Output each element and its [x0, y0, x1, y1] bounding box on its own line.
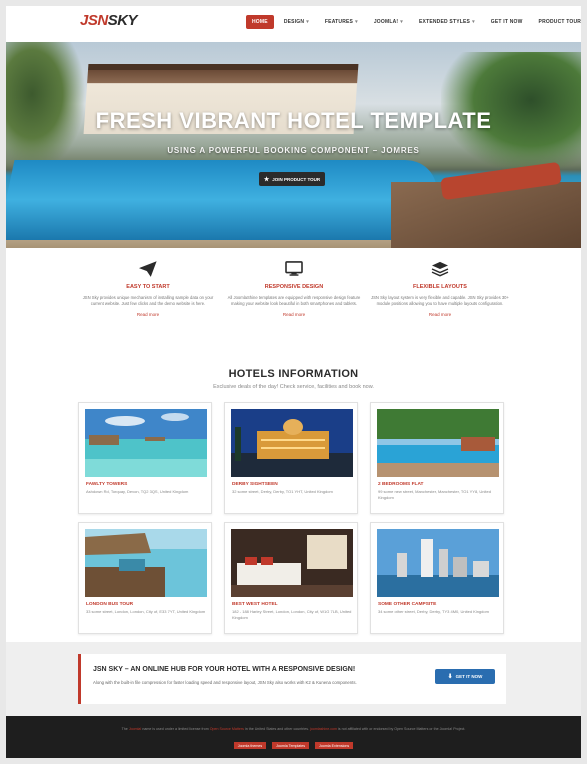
- hotel-address: 33 some street, London, London, City of,…: [86, 609, 206, 614]
- footer-text: The Joomla! name is used under a limited…: [6, 727, 581, 731]
- hotel-address: 34 some other street, Derby, Derby, TY3 …: [378, 609, 489, 614]
- hotel-address: 32 some street, Derby, Derby, TO1 YHT, U…: [232, 489, 333, 494]
- nav-label: Home: [252, 19, 268, 25]
- footer-text-part: is not affiliated with or endorsed by Op…: [337, 727, 466, 731]
- hero-image-pool: [6, 160, 445, 240]
- nav-label: Joomla!: [373, 19, 399, 25]
- logo-text-dark: SKY: [107, 12, 138, 29]
- logo-text-red: JSN: [80, 12, 108, 29]
- footer-text-part: name is used under a limited license fro…: [141, 727, 210, 731]
- hotel-card[interactable]: Some other campsite 34 some other street…: [370, 522, 504, 634]
- nav-label: Design: [283, 19, 305, 25]
- nav-label: Extended Styles: [419, 19, 471, 25]
- chevron-down-icon: ▾: [355, 19, 358, 25]
- feature-text: All JoomlaShine templates are equipped w…: [227, 295, 361, 306]
- promo-section: JSN SKY – AN ONLINE HUB FOR YOUR HOTEL W…: [6, 642, 581, 716]
- hotel-card[interactable]: London Bus Tour 33 some street, London, …: [78, 522, 212, 634]
- promo-box: JSN SKY – AN ONLINE HUB FOR YOUR HOTEL W…: [78, 654, 506, 704]
- hero-title: FRESH VIBRANT HOTEL TEMPLATE: [95, 108, 492, 133]
- section-subtitle: Exclusive deals of the day! Check servic…: [213, 384, 374, 390]
- button-label: JOIN PRODUCT TOUR: [272, 176, 321, 182]
- hotel-card[interactable]: 2 Bedrooms Flat 99 some new street, Manc…: [370, 402, 504, 514]
- feature-easy-start: Easy to start JSN Sky provides unique me…: [78, 260, 218, 317]
- feature-text: JSN Sky provides unique mechanism of ins…: [82, 295, 214, 306]
- section-title: HOTELS INFORMATION: [228, 368, 359, 380]
- chevron-down-icon: ▾: [400, 19, 403, 25]
- features-section: Easy to start JSN Sky provides unique me…: [6, 248, 581, 346]
- hero-banner: FRESH VIBRANT HOTEL TEMPLATE USING A POW…: [6, 42, 581, 248]
- hotels-section: HOTELS INFORMATION Exclusive deals of th…: [6, 346, 581, 642]
- feature-title: Easy to start: [126, 284, 170, 290]
- hotel-name: Some other campsite: [378, 602, 437, 607]
- get-it-now-button[interactable]: ⬇ GET IT NOW: [435, 669, 495, 684]
- site-logo[interactable]: JSNSKY: [80, 12, 138, 29]
- hotel-name: Fawlty Towers: [86, 482, 128, 487]
- promo-title: JSN SKY – AN ONLINE HUB FOR YOUR HOTEL W…: [93, 666, 356, 673]
- footer-links: Joomla themes Joomla Templates Joomla Ex…: [6, 742, 581, 749]
- chevron-down-icon: ▾: [472, 19, 475, 25]
- hotel-name: 2 Bedrooms Flat: [378, 482, 424, 487]
- footer-link[interactable]: joomlashine.com: [310, 727, 337, 731]
- footer-link[interactable]: Open Source Matters: [210, 727, 244, 731]
- paper-plane-icon: [78, 260, 218, 278]
- hotel-name: Best West Hotel: [232, 602, 278, 607]
- star-icon: ★: [263, 176, 270, 183]
- monitor-icon: [224, 260, 364, 278]
- hotel-address: 182 - 188 Harley Street, London, London,…: [232, 609, 352, 620]
- nav-design[interactable]: Design ▾: [278, 15, 315, 29]
- nav-home[interactable]: Home: [246, 15, 274, 29]
- hotel-photo-city-skyline: [377, 529, 499, 597]
- hotel-photo-hotel-room: [231, 529, 353, 597]
- nav-get-it-now[interactable]: Get it now: [485, 15, 529, 29]
- hotel-card[interactable]: Derby Sightseen 32 some street, Derby, D…: [224, 402, 358, 514]
- chevron-down-icon: ▾: [306, 19, 309, 25]
- nav-features[interactable]: Features ▾: [319, 15, 364, 29]
- nav-label: Features: [324, 19, 354, 25]
- footer-text-part: in the United States and other countries…: [243, 727, 311, 731]
- hotel-photo-pool-palms: [377, 409, 499, 477]
- nav-label: Get it now: [490, 19, 523, 25]
- hero-subtitle: USING A POWERFUL BOOKING COMPONENT – JOM…: [167, 146, 420, 155]
- nav-joomla[interactable]: Joomla! ▾: [368, 15, 409, 29]
- footer-link-joomla-extensions[interactable]: Joomla Extensions: [315, 742, 354, 749]
- hotel-photo-palace-night: [231, 409, 353, 477]
- site-header: JSNSKY Home Design ▾ Features ▾ Joomla! ▾ E…: [6, 6, 581, 42]
- nav-label: Product tour: [538, 19, 582, 25]
- read-more-link[interactable]: Read more: [78, 312, 218, 317]
- main-nav: Home Design ▾ Features ▾ Joomla! ▾ Extended…: [246, 15, 587, 29]
- read-more-link[interactable]: Read more: [224, 312, 364, 317]
- footer-link-joomla-templates[interactable]: Joomla Templates: [272, 742, 310, 749]
- page-frame: JSNSKY Home Design ▾ Features ▾ Joomla! ▾ E…: [6, 6, 581, 758]
- feature-title: Responsive design: [264, 284, 324, 290]
- feature-flexible-layouts: Flexible layouts JSN Sky layout system i…: [370, 260, 510, 317]
- footer-link[interactable]: Joomla!: [129, 727, 142, 731]
- promo-text: Along with the built-in file compression…: [93, 680, 357, 685]
- read-more-link[interactable]: Read more: [370, 312, 510, 317]
- hotel-name: London Bus Tour: [86, 602, 134, 607]
- hotel-name: Derby Sightseen: [232, 482, 278, 487]
- nav-product-tour[interactable]: Product tour: [533, 15, 587, 29]
- download-icon: ⬇: [447, 674, 453, 680]
- button-label: GET IT NOW: [455, 674, 483, 679]
- hotel-photo-beach-resort: [85, 409, 207, 477]
- feature-title: Flexible layouts: [413, 284, 467, 290]
- layers-icon: [370, 260, 510, 278]
- hotel-address: Ashdown Rd, Torquay, Devon, TQ2 3QS, Uni…: [86, 489, 189, 494]
- footer-text-part: The: [121, 727, 129, 731]
- hotel-card[interactable]: Fawlty Towers Ashdown Rd, Torquay, Devon…: [78, 402, 212, 514]
- footer-link-joomla-themes[interactable]: Joomla themes: [233, 742, 267, 749]
- hotel-address: 99 some new street, Manchester, Manchest…: [378, 489, 491, 500]
- site-footer: The Joomla! name is used under a limited…: [6, 716, 581, 758]
- feature-responsive-design: Responsive design All JoomlaShine templa…: [224, 260, 364, 317]
- hotel-card[interactable]: Best West Hotel 182 - 188 Harley Street,…: [224, 522, 358, 634]
- nav-extended-styles[interactable]: Extended Styles ▾: [413, 15, 481, 29]
- feature-text: JSN Sky layout system is very flexible a…: [371, 295, 509, 306]
- hotel-photo-bungalow-deck: [85, 529, 207, 597]
- product-tour-button[interactable]: ★ JOIN PRODUCT TOUR: [259, 172, 325, 186]
